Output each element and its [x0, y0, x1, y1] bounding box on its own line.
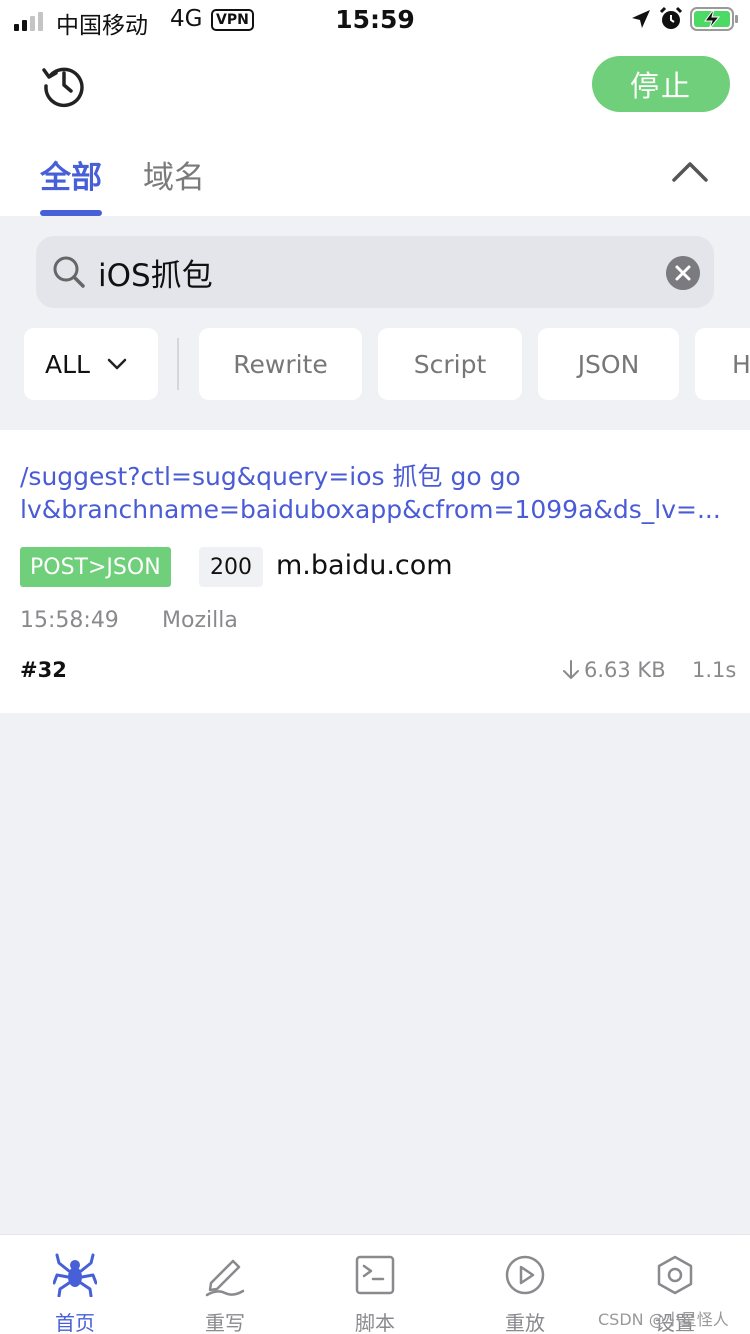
tabbar-replay[interactable]: 重放: [450, 1235, 600, 1334]
filter-all-label: ALL: [45, 349, 90, 379]
filter-divider: [177, 338, 179, 390]
request-user-agent: Mozilla: [162, 608, 238, 633]
location-arrow-icon: [632, 10, 650, 28]
request-url-line-1: /suggest?ctl=sug&query=ios 抓包 go go: [20, 462, 521, 491]
spider-icon: [53, 1253, 97, 1297]
clear-search-icon[interactable]: [666, 256, 700, 290]
tabbar-script[interactable]: 脚本: [300, 1235, 450, 1334]
request-url-line-2: lv&branchname=baiduboxapp&cfrom=1099a&ds…: [20, 495, 721, 524]
tabbar-rewrite[interactable]: 重写: [150, 1235, 300, 1334]
tabbar-rewrite-label: 重写: [205, 1311, 245, 1334]
chevron-down-icon: [107, 358, 127, 370]
request-time: 15:58:49: [20, 608, 119, 633]
tabbar-home[interactable]: 首页: [0, 1235, 150, 1334]
header: 停止 全部 域名: [0, 40, 750, 216]
status-bar: 中国移动 4G VPN 15:59: [0, 0, 750, 40]
request-url: /suggest?ctl=sug&query=ios 抓包 go go lv&b…: [20, 460, 732, 526]
settings-icon: [657, 1255, 693, 1295]
method-badge: POST>JSON: [20, 547, 171, 587]
status-code-badge: 200: [199, 547, 263, 587]
tab-all[interactable]: 全部: [40, 152, 102, 197]
tabbar-home-label: 首页: [55, 1311, 95, 1334]
watermark: CSDN @小星怪人: [598, 1310, 729, 1329]
filter-chips: ALL Rewrite Script JSON H: [24, 328, 750, 400]
filter-script[interactable]: Script: [378, 328, 522, 400]
request-size-value: 6.63 KB: [584, 658, 666, 682]
filter-rewrite[interactable]: Rewrite: [199, 328, 362, 400]
request-id: #32: [20, 658, 67, 682]
search-bar: [36, 236, 714, 308]
terminal-icon: [355, 1255, 395, 1295]
arrow-down-icon: [563, 660, 579, 679]
active-tab-indicator: [40, 210, 102, 216]
filter-json[interactable]: JSON: [538, 328, 679, 400]
request-duration: 1.1s: [692, 658, 737, 682]
history-icon[interactable]: [40, 60, 88, 108]
stop-button[interactable]: 停止: [592, 56, 730, 112]
search-input[interactable]: [98, 236, 658, 308]
battery-charging-icon: [690, 7, 738, 31]
request-list-item[interactable]: /suggest?ctl=sug&query=ios 抓包 go go lv&b…: [0, 430, 750, 713]
request-size: 6.63 KB: [562, 658, 666, 682]
pen-icon: [205, 1259, 245, 1297]
tab-domain[interactable]: 域名: [143, 152, 205, 197]
tabbar-script-label: 脚本: [355, 1311, 395, 1334]
chevron-up-icon[interactable]: [670, 158, 710, 186]
alarm-icon: [659, 6, 683, 29]
tabbar-replay-label: 重放: [505, 1311, 545, 1334]
play-icon: [505, 1255, 545, 1295]
search-icon: [53, 256, 85, 288]
filter-h[interactable]: H: [695, 328, 750, 400]
request-host: m.baidu.com: [276, 550, 453, 581]
filter-all-dropdown[interactable]: ALL: [24, 328, 158, 400]
